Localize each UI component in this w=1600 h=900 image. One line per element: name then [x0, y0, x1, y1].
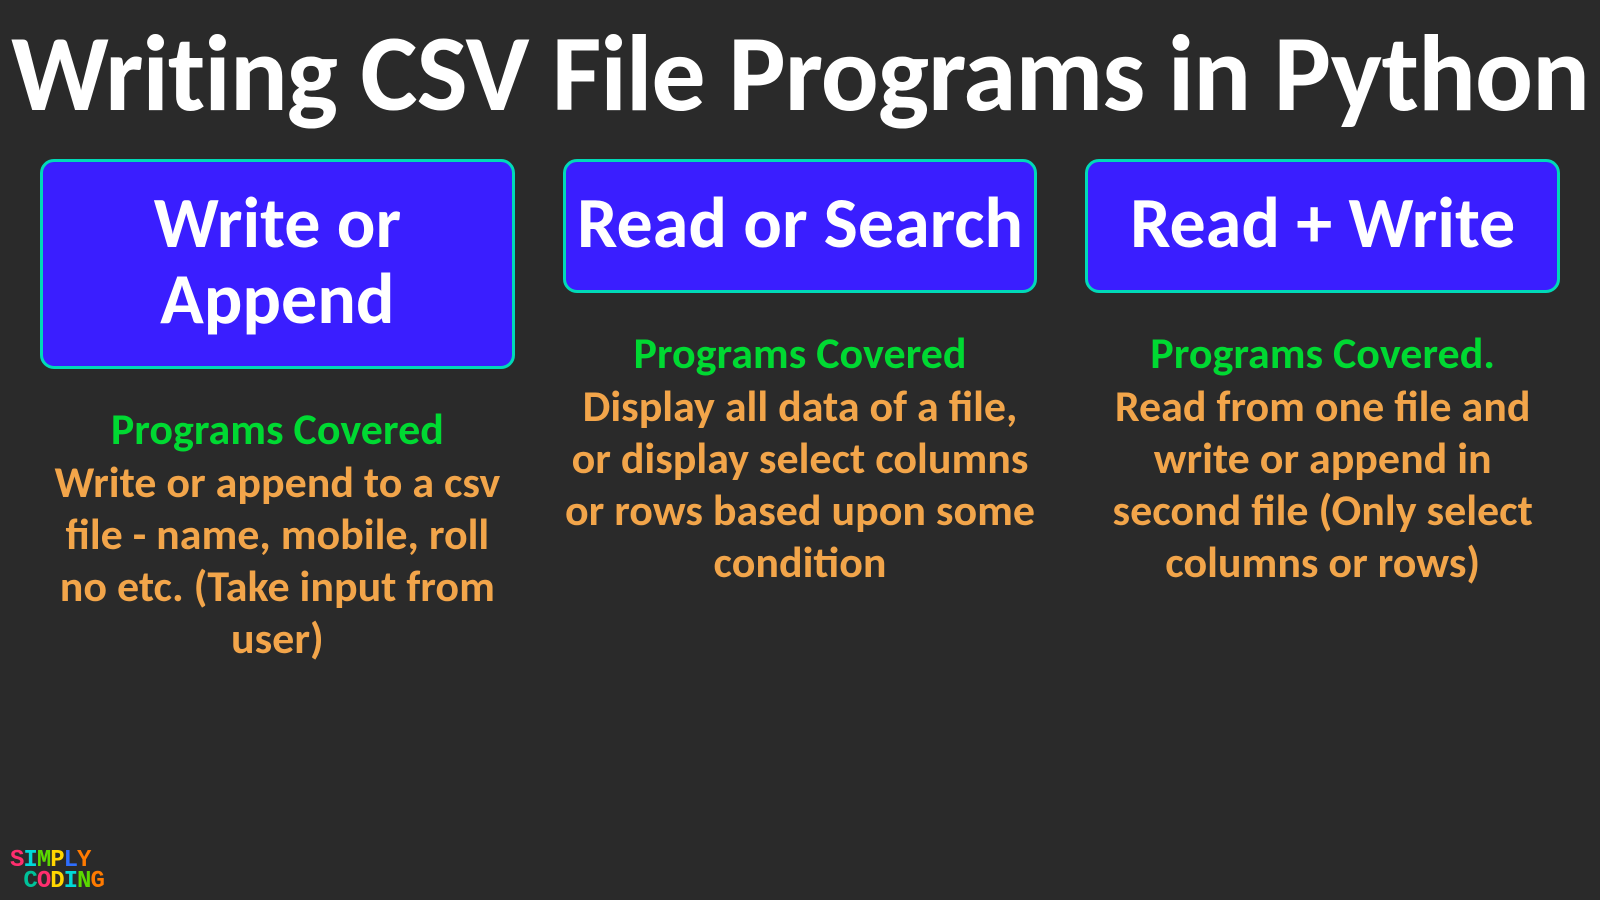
card-read-search: Read or Search [563, 159, 1038, 293]
column-2: Read or Search Programs Covered Display … [563, 159, 1038, 664]
slide-title: Writing CSV File Programs in Python [0, 0, 1600, 131]
desc-1: Write or append to a csv file - name, mo… [40, 457, 515, 665]
subhead-2: Programs Covered [634, 329, 967, 377]
column-3: Read + Write Programs Covered. Read from… [1085, 159, 1560, 664]
desc-2: Display all data of a file, or display s… [563, 381, 1038, 589]
card-write-append: Write or Append [40, 159, 515, 368]
subhead-3: Programs Covered. [1150, 329, 1495, 377]
card-read-write: Read + Write [1085, 159, 1560, 293]
brand-logo: SIMPLY CODING [10, 851, 104, 892]
subhead-1: Programs Covered [111, 405, 444, 453]
desc-3: Read from one file and write or append i… [1085, 381, 1560, 589]
columns-container: Write or Append Programs Covered Write o… [0, 159, 1600, 664]
column-1: Write or Append Programs Covered Write o… [40, 159, 515, 664]
